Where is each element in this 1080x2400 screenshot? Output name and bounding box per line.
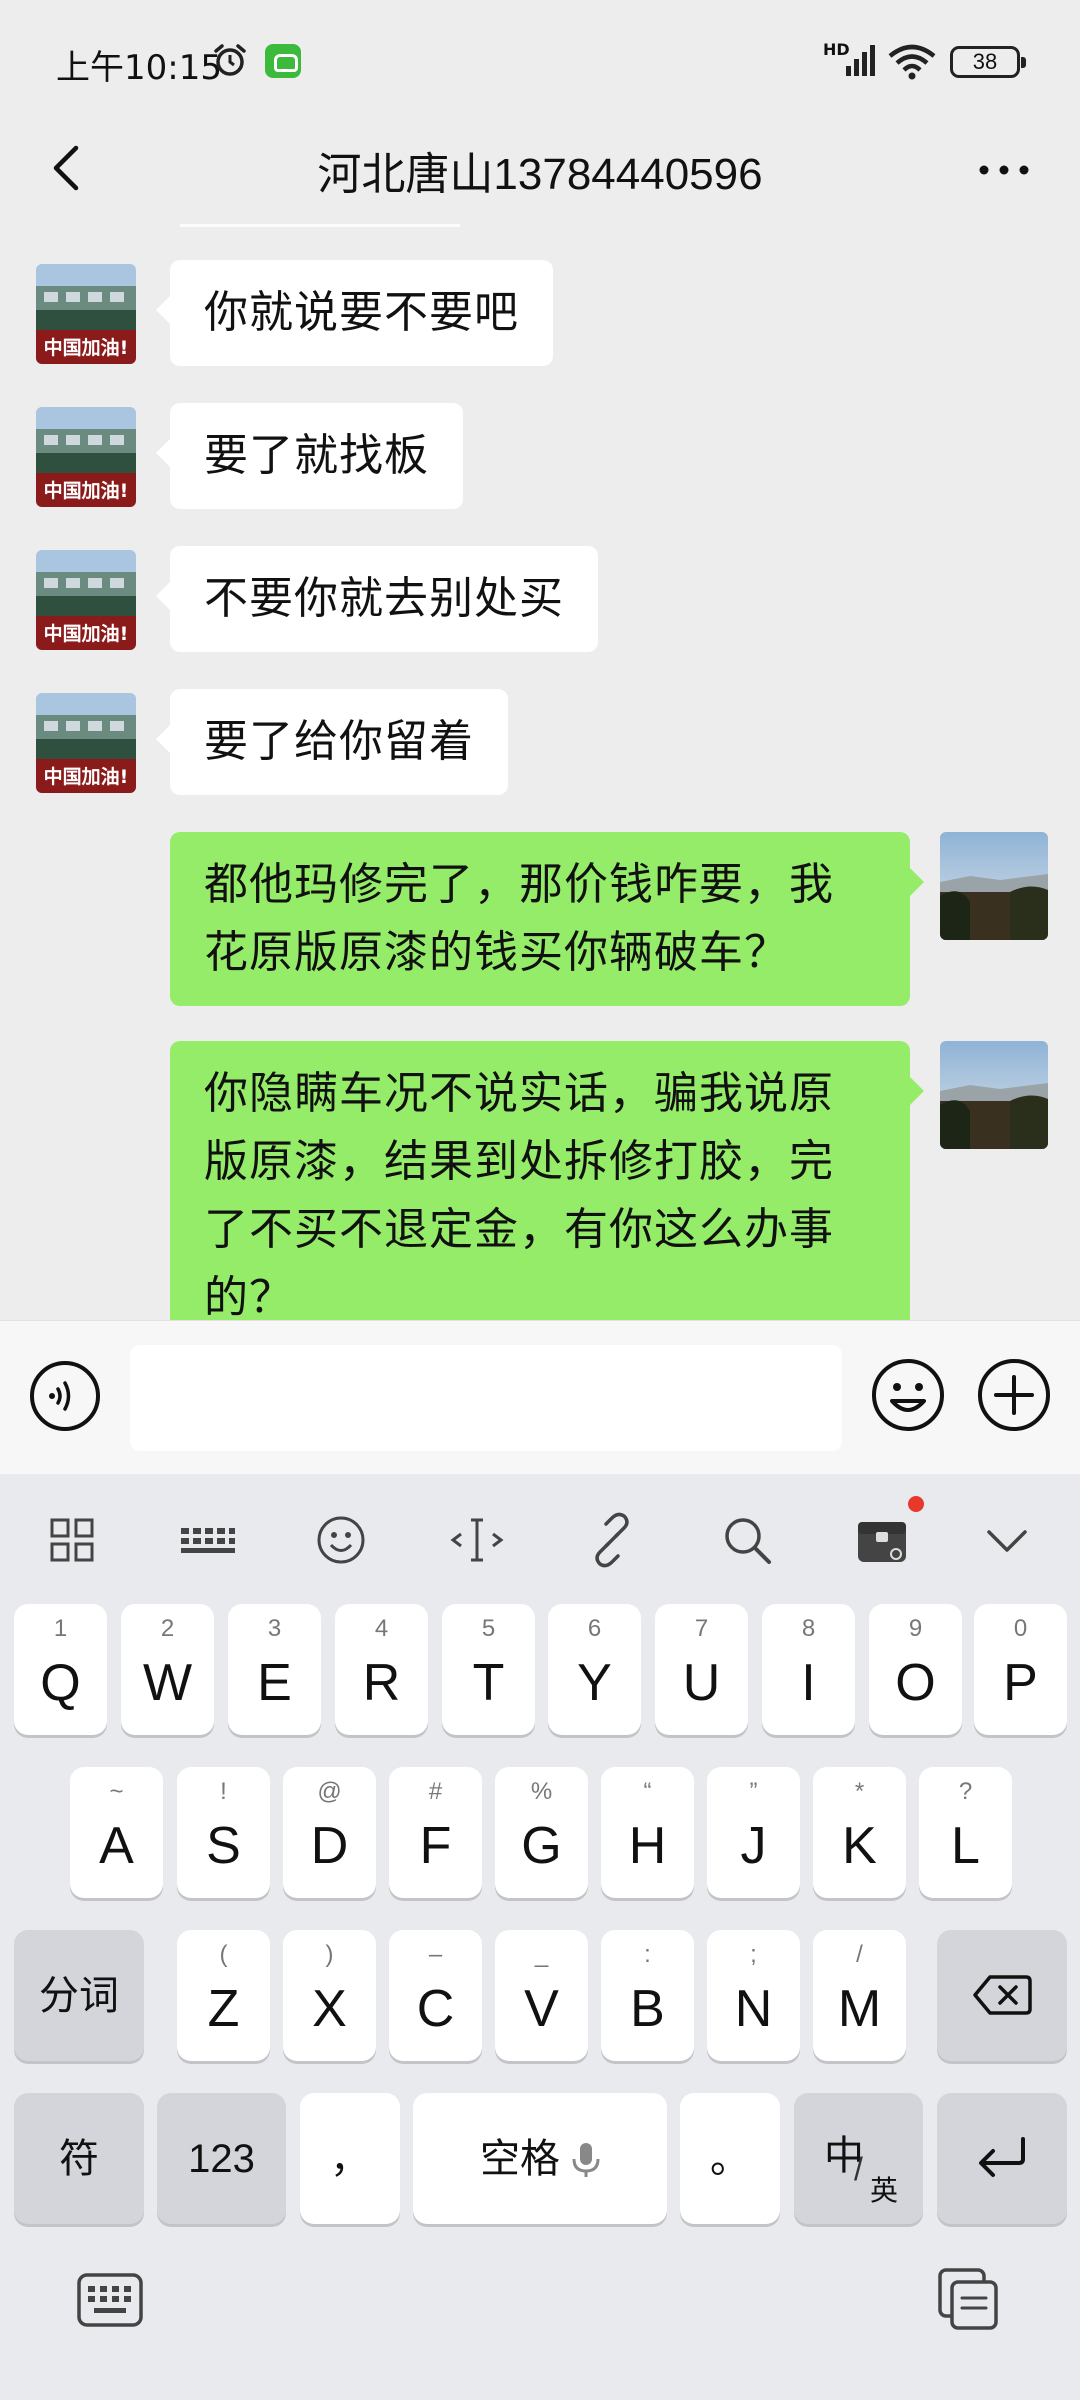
chat-title: 河北唐山13784440596 <box>317 150 763 199</box>
voice-input-icon[interactable] <box>28 1359 102 1433</box>
incoming-message-bubble[interactable]: 要了就找板 <box>156 403 463 509</box>
message-row: 中国加油! 要了给你留着 <box>0 689 1080 801</box>
collapse-icon[interactable] <box>975 1508 1039 1572</box>
key-m[interactable]: / M <box>813 1930 906 2061</box>
user-avatar[interactable] <box>940 832 1048 940</box>
outgoing-message-bubble[interactable]: 都他玛修完了，那价钱咋要，我花原版原漆的钱买你辆破车？ <box>170 832 924 1006</box>
segment-key[interactable]: 分词 <box>14 1930 144 2061</box>
key-j[interactable]: ” J <box>707 1767 800 1898</box>
contact-avatar[interactable]: 中国加油! <box>36 264 136 364</box>
battery-indicator: 38 <box>950 46 1026 78</box>
message-row: 你隐瞒车况不说实话，骗我说原版原漆，结果到处拆修打胶，完了不买不退定金，有你这么… <box>0 1041 1080 1320</box>
add-attachment-icon[interactable] <box>976 1357 1052 1433</box>
message-row: 中国加油! 不要你就去别处买 <box>0 546 1080 658</box>
contact-avatar[interactable]: 中国加油! <box>36 407 136 507</box>
key-g[interactable]: % G <box>495 1767 588 1898</box>
emoji-icon[interactable] <box>870 1357 946 1433</box>
key-t[interactable]: 5T <box>442 1604 535 1735</box>
svg-text:中国加油!: 中国加油! <box>44 765 129 788</box>
backspace-icon <box>973 1975 1032 2015</box>
link-icon[interactable] <box>580 1508 644 1572</box>
contact-avatar[interactable]: 中国加油! <box>36 693 136 793</box>
enter-key[interactable] <box>937 2093 1067 2224</box>
message-list[interactable]: 中国加油! 你就说要不要吧 中国加油! 要了就找板 中国加油! 不要你就去别处买… <box>0 224 1080 1320</box>
status-bar: 上午10:15 HD 38 <box>0 0 1080 120</box>
backspace-key[interactable] <box>937 1930 1067 2061</box>
key-w[interactable]: 2W <box>121 1604 214 1735</box>
incoming-message-bubble[interactable]: 不要你就去别处买 <box>156 546 598 652</box>
key-k[interactable]: * K <box>813 1767 906 1898</box>
key-r[interactable]: 4R <box>335 1604 428 1735</box>
key-l[interactable]: ? L <box>919 1767 1012 1898</box>
key-p[interactable]: 0P <box>974 1604 1067 1735</box>
signal-icon <box>846 45 875 76</box>
period-key[interactable]: 。 <box>680 2093 780 2224</box>
keyboard-layout-icon[interactable] <box>175 1508 239 1572</box>
emoji-icon[interactable] <box>309 1508 373 1572</box>
user-avatar[interactable] <box>940 1041 1048 1149</box>
enter-icon <box>979 2137 1025 2177</box>
key-z[interactable]: (Z <box>177 1930 270 2061</box>
keyboard-switch-icon[interactable] <box>76 2272 144 2328</box>
key-h[interactable]: “H <box>601 1767 694 1898</box>
key-a[interactable]: ~ A <box>70 1767 163 1898</box>
symbol-key[interactable]: 符 <box>14 2093 144 2224</box>
number-key[interactable]: 123 <box>157 2093 286 2224</box>
grid-icon[interactable] <box>40 1508 104 1572</box>
message-row: 中国加油! 你就说要不要吧 <box>0 260 1080 372</box>
key-i[interactable]: 8I <box>762 1604 855 1735</box>
space-key[interactable]: 空格 <box>413 2093 667 2224</box>
svg-text:中国加油!: 中国加油! <box>44 336 129 359</box>
incoming-message-bubble[interactable]: 要了给你留着 <box>156 689 508 795</box>
message-input-bar <box>0 1320 1080 1474</box>
comma-key[interactable]: ， <box>300 2093 400 2224</box>
contact-avatar[interactable]: 中国加油! <box>36 550 136 650</box>
app-notification-icon <box>265 44 301 78</box>
previous-message-edge <box>180 224 460 227</box>
keyboard: 1Q 2W 3E 4R 5T 6Y 7U 8I 9O 0P ~ A ! S @ D #… <box>0 1474 1080 2400</box>
svg-text:中国加油!: 中国加油! <box>44 479 129 502</box>
search-icon[interactable] <box>715 1508 779 1572</box>
clipboard-box-icon[interactable] <box>850 1496 924 1572</box>
message-row: 都他玛修完了，那价钱咋要，我花原版原漆的钱买你辆破车？ <box>0 832 1080 1010</box>
key-u[interactable]: 7U <box>655 1604 748 1735</box>
incoming-message-bubble[interactable]: 你就说要不要吧 <box>156 260 553 366</box>
message-input[interactable] <box>130 1345 842 1451</box>
key-v[interactable]: _ V <box>495 1930 588 2061</box>
alarm-icon <box>214 44 246 76</box>
wifi-icon <box>888 44 936 80</box>
key-c[interactable]: – C <box>389 1930 482 2061</box>
key-e[interactable]: 3E <box>228 1604 321 1735</box>
key-s[interactable]: ! S <box>177 1767 270 1898</box>
back-icon[interactable] <box>36 136 100 200</box>
chat-header: 河北唐山13784440596 <box>0 120 1080 224</box>
more-icon[interactable] <box>972 138 1036 202</box>
key-q[interactable]: 1Q <box>14 1604 107 1735</box>
key-o[interactable]: 9O <box>869 1604 962 1735</box>
message-row: 中国加油! 要了就找板 <box>0 403 1080 515</box>
language-switch-key[interactable]: 中 / 英 <box>794 2093 923 2224</box>
key-x[interactable]: ) X <box>283 1930 376 2061</box>
keyboard-toolbar <box>0 1474 1080 1598</box>
clipboard-icon[interactable] <box>936 2266 1002 2332</box>
key-n[interactable]: ; N <box>707 1930 800 2061</box>
status-time: 上午10:15 <box>56 48 222 88</box>
key-d[interactable]: @ D <box>283 1767 376 1898</box>
key-b[interactable]: :B <box>601 1930 694 2061</box>
notification-dot <box>908 1496 924 1512</box>
cursor-icon[interactable] <box>445 1508 509 1572</box>
svg-text:中国加油!: 中国加油! <box>44 622 129 645</box>
microphone-icon <box>572 2143 600 2177</box>
key-f[interactable]: # F <box>389 1767 482 1898</box>
key-y[interactable]: 6Y <box>548 1604 641 1735</box>
outgoing-message-bubble[interactable]: 你隐瞒车况不说实话，骗我说原版原漆，结果到处拆修打胶，完了不买不退定金，有你这么… <box>170 1041 924 1320</box>
